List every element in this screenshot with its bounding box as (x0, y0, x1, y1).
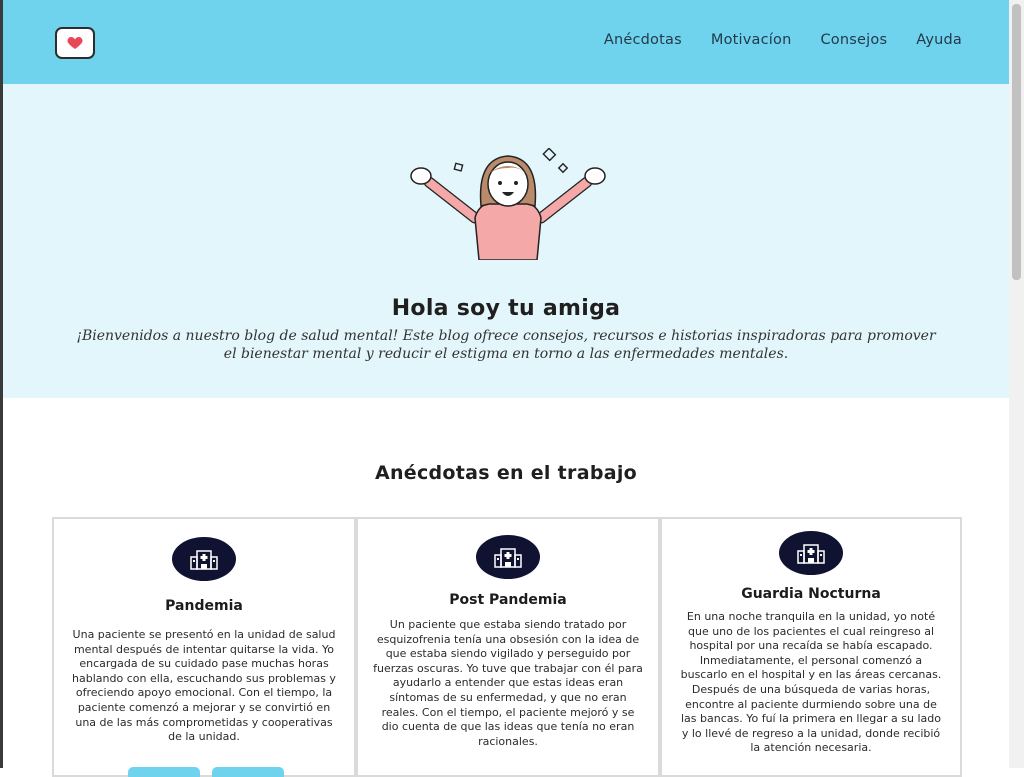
card-post-pandemia: Post Pandemia Un paciente que estaba sie… (356, 517, 660, 777)
main-nav: Anécdotas Motivacíon Consejos Ayuda (604, 32, 962, 48)
icon-circle (172, 537, 236, 581)
hero-title: Hola soy tu amiga (391, 296, 621, 321)
card-title: Pandemia (165, 598, 243, 614)
site-logo[interactable] (55, 27, 95, 59)
nav-link-anecdotas[interactable]: Anécdotas (604, 32, 682, 48)
card-pandemia: Pandemia Una paciente se presentó en la … (52, 517, 356, 777)
heart-icon (67, 37, 83, 49)
hospital-icon (797, 544, 825, 564)
vertical-scrollbar[interactable] (1009, 0, 1024, 768)
icon-circle (779, 531, 843, 575)
section-title: Anécdotas en el trabajo (374, 462, 638, 484)
scrollbar-thumb[interactable] (1012, 4, 1021, 280)
nav-link-motivacion[interactable]: Motivacíon (711, 32, 792, 48)
card-text: Un paciente que estaba siendo tratado po… (373, 618, 643, 748)
site-header: Anécdotas Motivacíon Consejos Ayuda (3, 0, 1009, 84)
share-button[interactable] (212, 767, 284, 777)
hospital-icon (494, 548, 522, 568)
card-text: En una noche tranquila en la unidad, yo … (680, 610, 942, 755)
hero-description: ¡Bienvenidos a nuestro blog de salud men… (76, 328, 936, 362)
icon-circle (476, 535, 540, 579)
read-more-button[interactable] (128, 767, 200, 777)
nav-link-consejos[interactable]: Consejos (820, 32, 887, 48)
cheering-girl-illustration (410, 148, 606, 260)
card-title: Post Pandemia (449, 592, 567, 608)
card-title: Guardia Nocturna (741, 586, 881, 602)
card-guardia-nocturna: Guardia Nocturna En una noche tranquila … (660, 517, 962, 777)
hero-section: Hola soy tu amiga ¡Bienvenidos a nuestro… (3, 84, 1009, 398)
card-text: Una paciente se presentó en la unidad de… (72, 628, 336, 744)
hospital-icon (190, 550, 218, 570)
nav-link-ayuda[interactable]: Ayuda (916, 32, 962, 48)
